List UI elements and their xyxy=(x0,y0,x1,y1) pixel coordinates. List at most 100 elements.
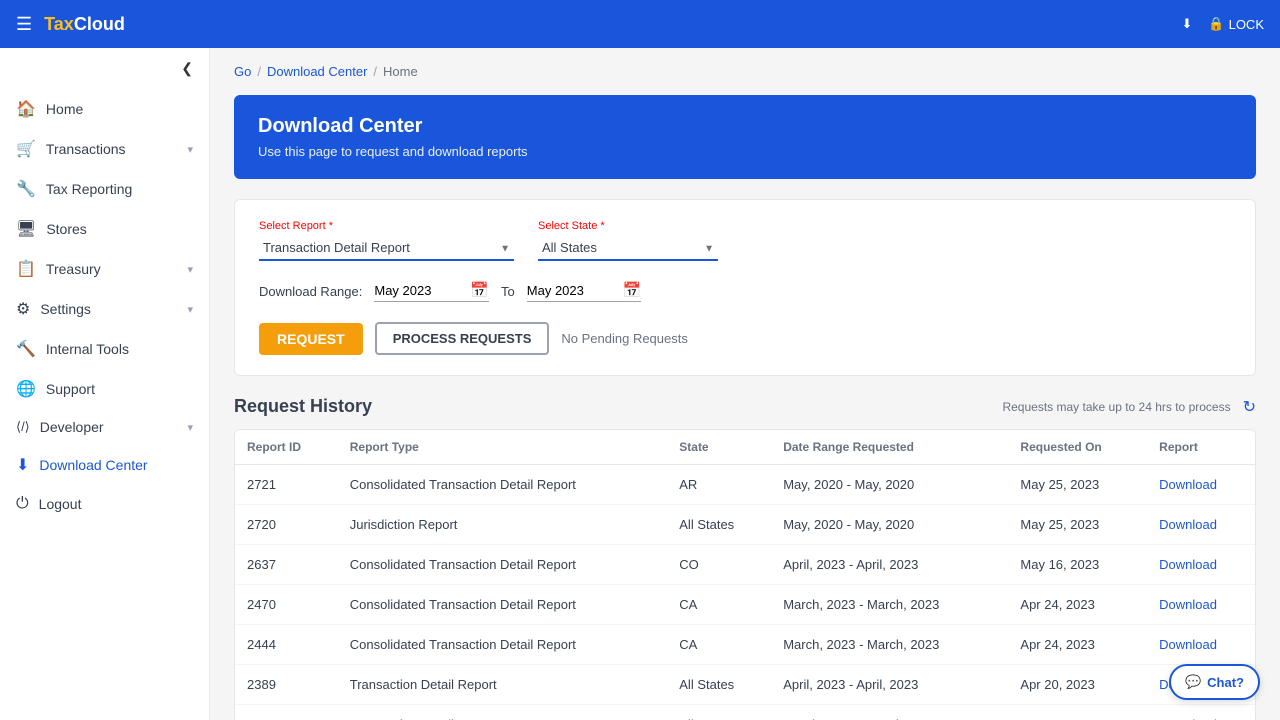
download-link[interactable]: Download xyxy=(1159,557,1217,572)
sidebar-item-transactions[interactable]: 🛒 Transactions ▾ xyxy=(0,129,209,169)
chevron-down-icon: ▾ xyxy=(187,263,193,276)
sidebar-item-download-center[interactable]: ⬇ Download Center xyxy=(0,445,209,485)
logo-tax: Tax xyxy=(44,14,74,34)
sidebar-item-developer[interactable]: ⟨/⟩ Developer ▾ xyxy=(0,409,209,445)
breadcrumb-sep-1: / xyxy=(257,64,261,79)
filter-selects-row: Select Report * Transaction Detail Repor… xyxy=(259,220,1231,261)
cell-report-type: Consolidated Transaction Detail Report xyxy=(338,625,668,665)
cell-date-range: March, 2023 - March, 2023 xyxy=(771,585,1008,625)
cell-date-range: March, 2023 - March, 2023 xyxy=(771,705,1008,720)
menu-icon[interactable]: ☰ xyxy=(16,14,32,35)
topbar: ☰ TaxCloud ⬇ 🔒 LOCK xyxy=(0,0,1280,48)
cart-icon: 🛒 xyxy=(16,139,36,159)
sidebar-item-logout[interactable]: ⏻ Logout xyxy=(0,485,209,523)
refresh-icon[interactable]: ↻ xyxy=(1243,397,1256,417)
cell-state: AR xyxy=(667,465,771,505)
home-icon: 🏠 xyxy=(16,99,36,119)
cell-requested-on: May 25, 2023 xyxy=(1008,505,1147,545)
main-content: Go / Download Center / Home Download Cen… xyxy=(210,48,1280,720)
cell-report-id: 2470 xyxy=(235,585,338,625)
cell-report: Download xyxy=(1147,465,1255,505)
download-link[interactable]: Download xyxy=(1159,517,1217,532)
sidebar-toggle[interactable]: ❮ xyxy=(0,48,209,89)
cell-requested-on: Apr 24, 2023 xyxy=(1008,585,1147,625)
sidebar-item-label: Settings xyxy=(40,301,91,317)
power-icon: ⏻ xyxy=(16,495,29,513)
cell-report-id: 2637 xyxy=(235,545,338,585)
breadcrumb-sep-2: / xyxy=(373,64,377,79)
filter-card: Select Report * Transaction Detail Repor… xyxy=(234,199,1256,376)
cell-date-range: April, 2023 - April, 2023 xyxy=(771,665,1008,705)
tools-icon: 🔨 xyxy=(16,339,36,359)
download-link[interactable]: Download xyxy=(1159,637,1217,652)
date-to-label: To xyxy=(501,284,515,299)
sidebar-item-treasury[interactable]: 📋 Treasury ▾ xyxy=(0,249,209,289)
cell-requested-on: Apr 14, 2023 xyxy=(1008,705,1147,720)
cell-state: All States xyxy=(667,665,771,705)
topbar-right: ⬇ 🔒 LOCK xyxy=(1182,16,1265,32)
request-button[interactable]: REQUEST xyxy=(259,323,363,355)
calendar-from-icon[interactable]: 📅 xyxy=(470,281,489,299)
cell-report: Download xyxy=(1147,505,1255,545)
sidebar: ❮ 🏠 Home 🛒 Transactions ▾ 🔧 Tax Reportin… xyxy=(0,48,210,720)
header-card-subtitle: Use this page to request and download re… xyxy=(258,144,1232,159)
date-from-input[interactable] xyxy=(374,283,464,298)
history-table-container: Report ID Report Type State Date Range R… xyxy=(234,429,1256,720)
cell-state: All States xyxy=(667,705,771,720)
breadcrumb-download-center[interactable]: Download Center xyxy=(267,64,367,79)
sidebar-item-internal-tools[interactable]: 🔨 Internal Tools xyxy=(0,329,209,369)
wrench-icon: 🔧 xyxy=(16,179,36,199)
table-row: 2444 Consolidated Transaction Detail Rep… xyxy=(235,625,1255,665)
header-card-title: Download Center xyxy=(258,115,1232,138)
date-to-input[interactable] xyxy=(527,283,617,298)
download-link[interactable]: Download xyxy=(1159,477,1217,492)
cell-requested-on: Apr 24, 2023 xyxy=(1008,625,1147,665)
cell-date-range: April, 2023 - April, 2023 xyxy=(771,545,1008,585)
breadcrumb: Go / Download Center / Home xyxy=(234,64,1256,79)
history-note: Requests may take up to 24 hrs to proces… xyxy=(1002,400,1230,414)
cell-report-id: 2721 xyxy=(235,465,338,505)
topbar-lock-button[interactable]: 🔒 LOCK xyxy=(1208,16,1264,32)
download-link[interactable]: Download xyxy=(1159,597,1217,612)
report-select[interactable]: Transaction Detail ReportConsolidated Tr… xyxy=(259,236,514,261)
sidebar-item-stores[interactable]: 🖥 Stores xyxy=(0,209,209,249)
sidebar-item-label: Transactions xyxy=(46,141,126,157)
process-requests-button[interactable]: PROCESS REQUESTS xyxy=(375,322,550,355)
calendar-to-icon[interactable]: 📅 xyxy=(623,281,642,299)
cell-report-type: Transaction Detail Report xyxy=(338,665,668,705)
no-pending-label: No Pending Requests xyxy=(561,331,687,346)
sidebar-item-label: Stores xyxy=(46,221,86,237)
cell-report-type: Jurisdiction Report xyxy=(338,505,668,545)
sidebar-item-label: Home xyxy=(46,101,83,117)
cell-report-id: 2302 xyxy=(235,705,338,720)
sidebar-item-tax-reporting[interactable]: 🔧 Tax Reporting xyxy=(0,169,209,209)
cell-report: Download xyxy=(1147,585,1255,625)
topbar-download-icon[interactable]: ⬇ xyxy=(1182,16,1193,32)
sidebar-item-home[interactable]: 🏠 Home xyxy=(0,89,209,129)
cell-state: CO xyxy=(667,545,771,585)
report-select-label: Select Report * xyxy=(259,220,514,232)
sidebar-item-support[interactable]: 🌐 Support xyxy=(0,369,209,409)
cell-requested-on: Apr 20, 2023 xyxy=(1008,665,1147,705)
cell-report-id: 2720 xyxy=(235,505,338,545)
breadcrumb-home: Home xyxy=(383,64,418,79)
state-select[interactable]: All StatesARCACO xyxy=(538,236,718,261)
app-logo: TaxCloud xyxy=(44,14,125,35)
sidebar-item-label: Internal Tools xyxy=(46,341,129,357)
cell-report-id: 2444 xyxy=(235,625,338,665)
cell-report: Download xyxy=(1147,625,1255,665)
chat-button[interactable]: 💬 Chat? xyxy=(1169,664,1260,700)
cell-state: CA xyxy=(667,625,771,665)
table-row: 2721 Consolidated Transaction Detail Rep… xyxy=(235,465,1255,505)
sidebar-item-label: Support xyxy=(46,381,95,397)
col-date-range: Date Range Requested xyxy=(771,430,1008,465)
chevron-down-icon: ▾ xyxy=(187,421,193,434)
cell-date-range: March, 2023 - March, 2023 xyxy=(771,625,1008,665)
cell-report-type: Transaction Detail Report xyxy=(338,705,668,720)
breadcrumb-go[interactable]: Go xyxy=(234,64,251,79)
layout: ❮ 🏠 Home 🛒 Transactions ▾ 🔧 Tax Reportin… xyxy=(0,48,1280,720)
col-requested-on: Requested On xyxy=(1008,430,1147,465)
sidebar-item-settings[interactable]: ⚙ Settings ▾ xyxy=(0,289,209,329)
cell-report-type: Consolidated Transaction Detail Report xyxy=(338,545,668,585)
col-report: Report xyxy=(1147,430,1255,465)
